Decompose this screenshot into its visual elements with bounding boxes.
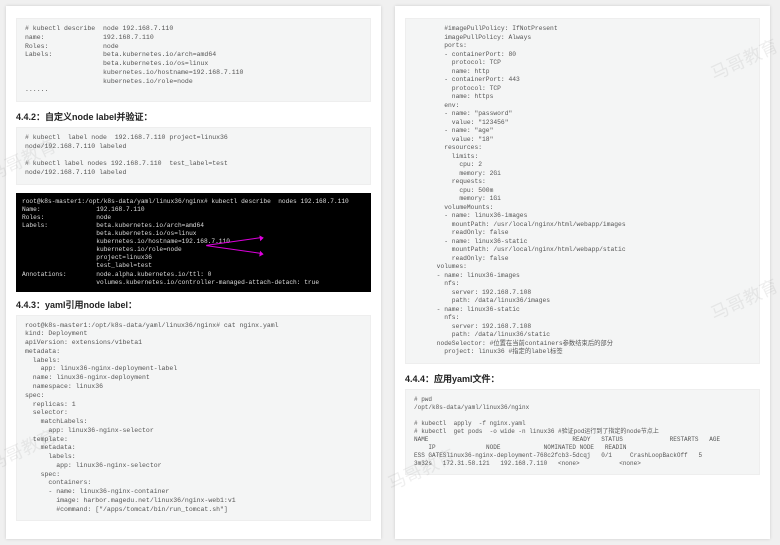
heading-442: 4.4.2：自定义node label并验证： (16, 110, 371, 123)
code-block-label-node: # kubectl label node 192.168.7.110 proje… (16, 127, 371, 185)
code-block-apply: # pwd /opt/k8s-data/yaml/linux36/nginx #… (405, 389, 760, 476)
code-block-describe: # kubectl describe node 192.168.7.110 na… (16, 18, 371, 102)
heading-444: 4.4.4：应用yaml文件： (405, 372, 760, 385)
code-block-nginx-yaml: root@k8s-master1:/opt/k8s-data/yaml/linu… (16, 315, 371, 522)
code-block-yaml-cont: #imagePullPolicy: IfNotPresent imagePull… (405, 18, 760, 364)
page-left: # kubectl describe node 192.168.7.110 na… (6, 6, 381, 539)
page-right: #imagePullPolicy: IfNotPresent imagePull… (395, 6, 770, 539)
annotation-arrow-icon (206, 245, 261, 254)
document-wrap: # kubectl describe node 192.168.7.110 na… (0, 0, 780, 545)
terminal-text: root@k8s-master1:/opt/k8s-data/yaml/linu… (22, 198, 349, 286)
terminal-output: root@k8s-master1:/opt/k8s-data/yaml/linu… (16, 193, 371, 292)
heading-443: 4.4.3：yaml引用node label： (16, 298, 371, 311)
